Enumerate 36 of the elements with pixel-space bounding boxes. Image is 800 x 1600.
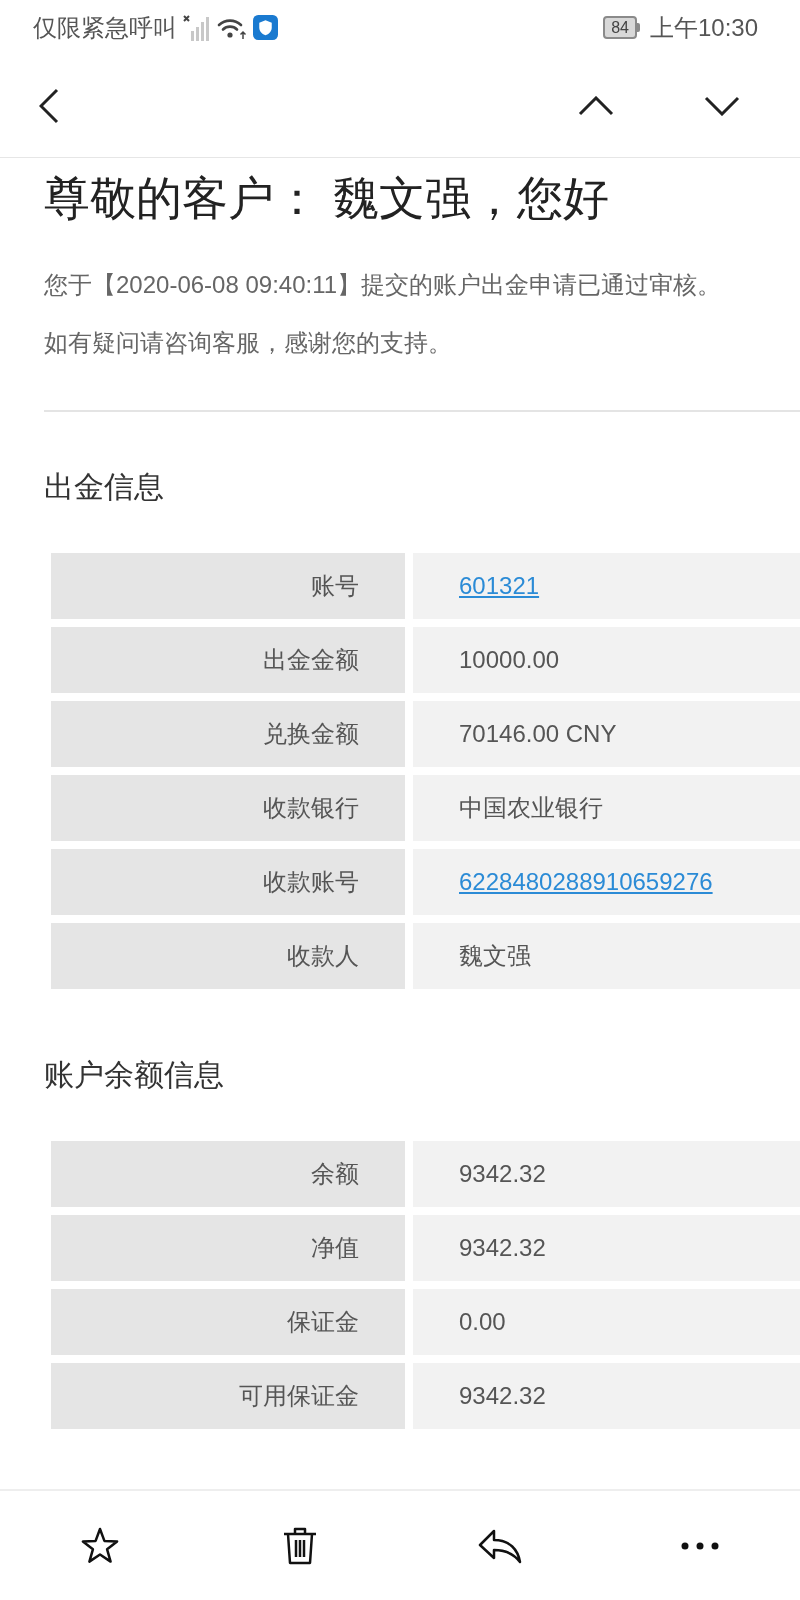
shield-icon	[253, 15, 278, 40]
label-cell: 保证金	[51, 1289, 405, 1355]
chevron-left-icon[interactable]	[39, 88, 59, 124]
label-cell: 出金金额	[51, 627, 405, 693]
battery-indicator: 84	[603, 16, 640, 39]
value-cell: 9342.32	[413, 1363, 800, 1429]
chevron-up-icon[interactable]	[578, 96, 614, 116]
status-text: 仅限紧急呼叫	[33, 12, 177, 43]
value-cell: 70146.00 CNY	[413, 701, 800, 767]
value-cell: 10000.00	[413, 627, 800, 693]
label-cell: 余额	[51, 1141, 405, 1207]
link[interactable]: 6228480288910659276	[459, 868, 713, 896]
star-icon[interactable]	[80, 1525, 120, 1566]
section-heading: 账户余额信息	[44, 1057, 225, 1093]
message-text: 您于【2020-06-08 09:40:11】提交的账户出金申请已通过审核。	[44, 270, 723, 300]
label-cell: 收款账号	[51, 849, 405, 915]
message-text: 如有疑问请咨询客服，感谢您的支持。	[44, 328, 453, 358]
label-cell: 净值	[51, 1215, 405, 1281]
value-cell: 0.00	[413, 1289, 800, 1355]
label-cell: 可用保证金	[51, 1363, 405, 1429]
label-cell: 收款人	[51, 923, 405, 989]
value-cell: 魏文强	[413, 923, 800, 989]
value-cell: 中国农业银行	[413, 775, 800, 841]
label-cell: 账号	[51, 553, 405, 619]
ellipsis-icon[interactable]	[681, 1541, 719, 1550]
status-time: 上午10:30	[649, 12, 758, 43]
section-heading: 出金信息	[44, 469, 165, 505]
greeting-title: 尊敬的客户： 魏文强，您好	[44, 171, 610, 226]
link[interactable]: 601321	[459, 572, 540, 600]
value-cell: 9342.32	[413, 1141, 800, 1207]
no-signal-icon	[183, 14, 211, 41]
trash-icon[interactable]	[282, 1525, 318, 1566]
label-cell: 兑换金额	[51, 701, 405, 767]
label-cell: 收款银行	[51, 775, 405, 841]
chevron-down-icon[interactable]	[704, 96, 740, 116]
value-cell: 9342.32	[413, 1215, 800, 1281]
